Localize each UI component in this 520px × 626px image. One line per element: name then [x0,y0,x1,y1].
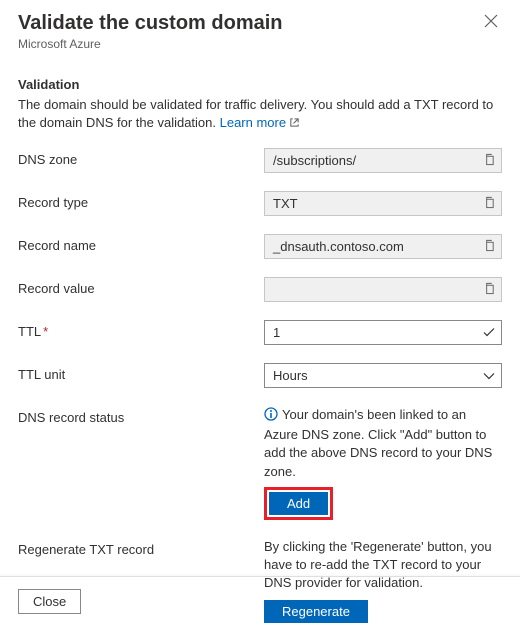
footer: Close [0,576,520,626]
chevron-down-icon [483,368,495,383]
copy-icon[interactable] [483,282,495,298]
ttl-label-text: TTL [18,324,41,339]
copy-icon[interactable] [483,196,495,212]
record-type-value: TXT [273,196,298,211]
record-name-label: Record name [18,234,264,253]
record-type-field: TXT [264,191,502,216]
ttl-unit-value: Hours [273,368,308,383]
record-type-label: Record type [18,191,264,210]
dns-zone-label: DNS zone [18,148,264,167]
close-icon[interactable] [480,12,502,30]
info-icon [264,407,278,426]
ttl-label: TTL* [18,320,264,339]
dns-record-status-label: DNS record status [18,406,264,425]
dns-zone-field: /subscriptions/ [264,148,502,173]
page-title: Validate the custom domain [18,12,283,35]
validation-heading: Validation [18,77,502,92]
dns-record-status-text: Your domain's been linked to an Azure DN… [264,406,502,481]
ttl-value: 1 [273,325,280,340]
close-button[interactable]: Close [18,589,81,614]
validation-description: The domain should be validated for traff… [18,96,502,132]
learn-more-link[interactable]: Learn more [220,115,286,130]
record-value-label: Record value [18,277,264,296]
page-subtitle: Microsoft Azure [18,37,283,51]
status-text: Your domain's been linked to an Azure DN… [264,407,492,479]
add-button[interactable]: Add [269,492,328,515]
check-icon [483,325,495,340]
record-name-value: _dnsauth.contoso.com [273,239,404,254]
external-link-icon [289,115,300,133]
ttl-unit-label: TTL unit [18,363,264,382]
required-star: * [43,324,48,339]
record-name-field: _dnsauth.contoso.com [264,234,502,259]
regenerate-label: Regenerate TXT record [18,538,264,557]
copy-icon[interactable] [483,239,495,255]
copy-icon[interactable] [483,153,495,169]
dns-zone-value: /subscriptions/ [273,153,356,168]
add-button-highlight: Add [264,487,333,520]
ttl-unit-select[interactable]: Hours [264,363,502,388]
record-value-field [264,277,502,302]
ttl-input[interactable]: 1 [264,320,502,345]
